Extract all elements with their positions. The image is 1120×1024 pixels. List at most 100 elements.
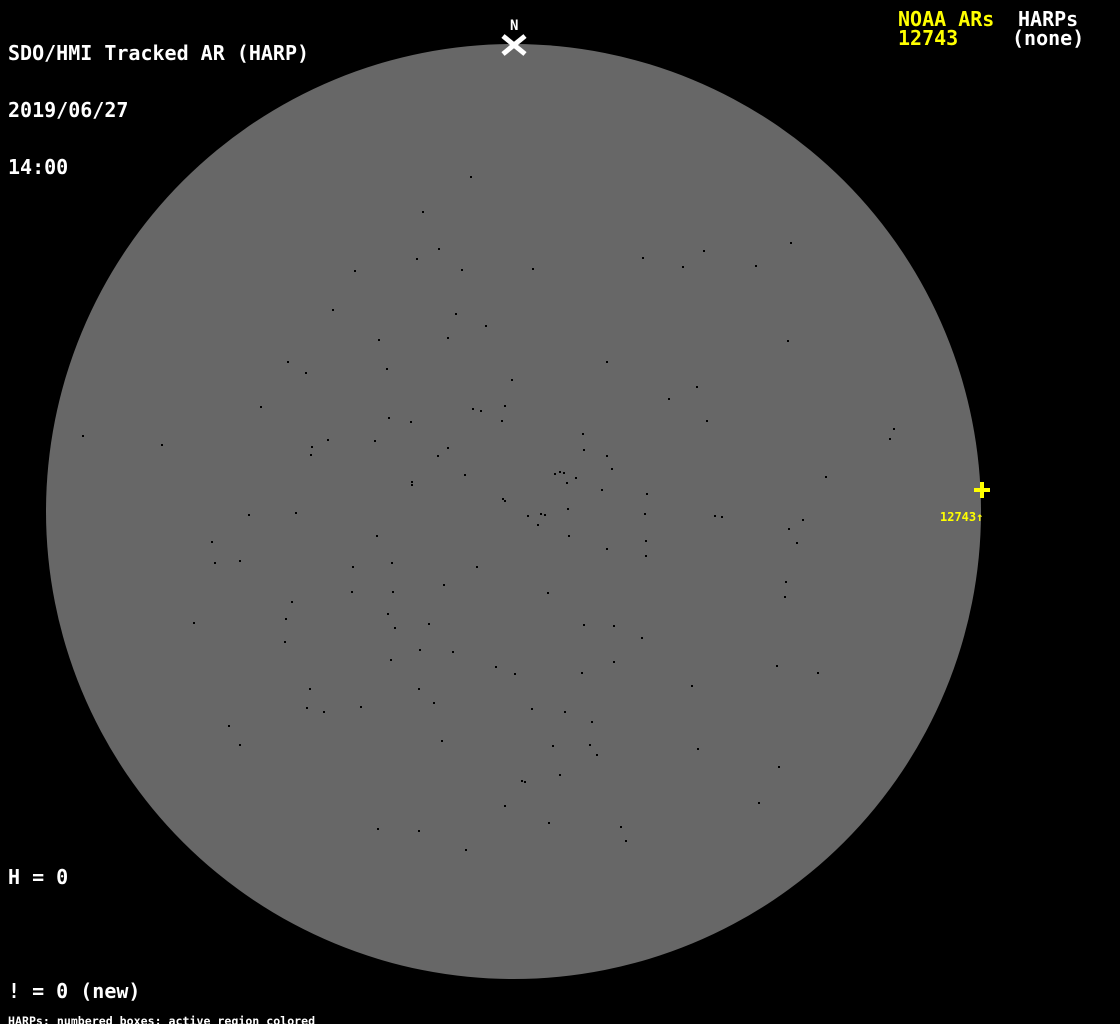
- speckle: [504, 805, 506, 807]
- legend-spacer: [8, 925, 237, 944]
- speckle: [411, 481, 413, 483]
- speckle: [613, 661, 615, 663]
- speckle: [441, 740, 443, 742]
- speckle: [696, 386, 698, 388]
- speckle: [260, 406, 262, 408]
- speckle: [788, 528, 790, 530]
- speckle: [611, 468, 613, 470]
- speckle: [332, 309, 334, 311]
- speckle: [581, 672, 583, 674]
- speckle: [511, 379, 513, 381]
- speckle: [548, 822, 550, 824]
- speckle: [455, 313, 457, 315]
- speckle: [193, 622, 195, 624]
- speckle: [377, 828, 379, 830]
- speckle: [419, 649, 421, 651]
- speckle: [422, 211, 424, 213]
- speckle: [437, 455, 439, 457]
- speckle: [311, 446, 313, 448]
- speckle: [284, 641, 286, 643]
- speckle: [567, 508, 569, 510]
- observation-date: 2019/06/27: [8, 98, 129, 122]
- speckle: [817, 672, 819, 674]
- speckle: [310, 454, 312, 456]
- speckle: [438, 248, 440, 250]
- speckle: [295, 512, 297, 514]
- speckle: [596, 754, 598, 756]
- speckle: [601, 489, 603, 491]
- speckle: [504, 405, 506, 407]
- speckle: [214, 562, 216, 564]
- speckle: [554, 473, 556, 475]
- speckle: [447, 337, 449, 339]
- speckle: [352, 566, 354, 568]
- page-title: SDO/HMI Tracked AR (HARP): [8, 41, 310, 65]
- speckle: [527, 515, 529, 517]
- speckle: [668, 398, 670, 400]
- observation-time: 14:00: [8, 155, 69, 179]
- speckle: [575, 477, 577, 479]
- speckle: [418, 688, 420, 690]
- speckle: [387, 613, 389, 615]
- speckle: [706, 420, 708, 422]
- speckle: [374, 440, 376, 442]
- speckle: [703, 250, 705, 252]
- speckle: [360, 706, 362, 708]
- speckle: [472, 408, 474, 410]
- speckle: [613, 625, 615, 627]
- noaa-ar-cross-icon: [974, 482, 990, 498]
- speckle: [351, 591, 353, 593]
- speckle: [645, 555, 647, 557]
- speckle: [485, 325, 487, 327]
- speckle: [211, 541, 213, 543]
- speckle: [287, 361, 289, 363]
- speckle: [228, 725, 230, 727]
- speckle: [470, 176, 472, 178]
- speckle: [447, 447, 449, 449]
- speckle: [697, 748, 699, 750]
- speckle: [461, 269, 463, 271]
- speckle: [521, 780, 523, 782]
- solar-harp-viewer: SDO/HMI Tracked AR (HARP) 2019/06/27 14:…: [0, 0, 1120, 1024]
- speckle: [239, 560, 241, 562]
- speckle: [418, 830, 420, 832]
- speckle: [714, 515, 716, 517]
- speckle: [386, 368, 388, 370]
- speckle: [514, 673, 516, 675]
- speckle: [776, 665, 778, 667]
- speckle: [645, 540, 647, 542]
- speckle: [583, 449, 585, 451]
- speckle: [480, 410, 482, 412]
- north-pole-label: N: [510, 18, 519, 34]
- speckle: [559, 774, 561, 776]
- speckle: [309, 688, 311, 690]
- speckle: [531, 708, 533, 710]
- speckle: [452, 651, 454, 653]
- speckle: [641, 637, 643, 639]
- speckle: [411, 484, 413, 486]
- speckle: [306, 707, 308, 709]
- speckle: [620, 826, 622, 828]
- speckle: [802, 519, 804, 521]
- speckle: [889, 438, 891, 440]
- speckle: [376, 535, 378, 537]
- speckle: [544, 514, 546, 516]
- speckle: [390, 659, 392, 661]
- speckle: [416, 258, 418, 260]
- speckle: [378, 339, 380, 341]
- speckle: [285, 618, 287, 620]
- speckle: [784, 596, 786, 598]
- speckle: [644, 513, 646, 515]
- footer-harps-note: HARPs: numbered boxes; active region col…: [8, 1014, 316, 1024]
- speckle: [248, 514, 250, 516]
- speckle: [563, 472, 565, 474]
- speckle: [410, 421, 412, 423]
- speckle: [606, 455, 608, 457]
- speckle: [291, 601, 293, 603]
- speckle: [589, 744, 591, 746]
- speckle: [391, 562, 393, 564]
- speckle: [582, 433, 584, 435]
- header: SDO/HMI Tracked AR (HARP) 2019/06/27 14:…: [8, 6, 309, 215]
- speckle: [559, 471, 561, 473]
- speckle: [524, 781, 526, 783]
